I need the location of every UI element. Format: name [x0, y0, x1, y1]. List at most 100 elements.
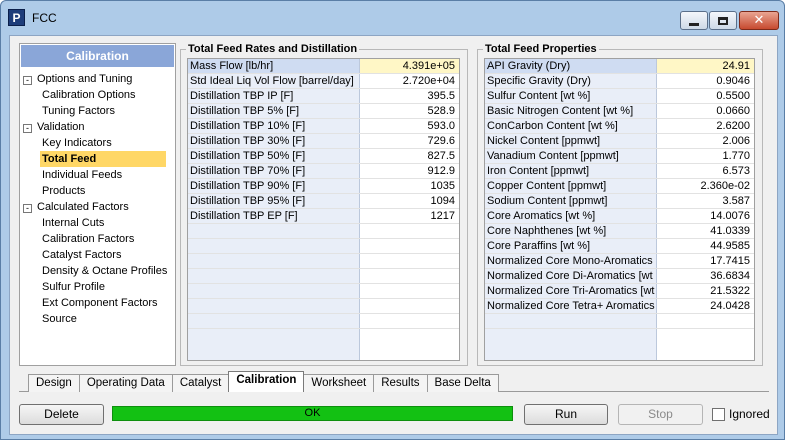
row-value[interactable]: 0.5500 — [657, 89, 754, 103]
row-value[interactable]: 2.6200 — [657, 119, 754, 133]
nav-group[interactable]: - Calculated Factors — [20, 199, 175, 215]
nav-item[interactable]: Sulfur Profile — [20, 279, 175, 295]
row-value[interactable]: 21.5322 — [657, 284, 754, 298]
table-row[interactable]: Distillation TBP EP [F] 1217 — [188, 209, 459, 224]
table-row[interactable]: Copper Content [ppmwt] 2.360e-02 — [485, 179, 754, 194]
row-value[interactable]: 827.5 — [360, 149, 459, 163]
row-value[interactable]: 593.0 — [360, 119, 459, 133]
row-value[interactable]: 395.5 — [360, 89, 459, 103]
maximize-button[interactable] — [709, 11, 737, 30]
table-row[interactable]: ConCarbon Content [wt %] 2.6200 — [485, 119, 754, 134]
row-value[interactable]: 24.91 — [657, 59, 754, 73]
row-value[interactable]: 14.0076 — [657, 209, 754, 223]
row-label: Distillation TBP 5% [F] — [188, 104, 360, 118]
table-row[interactable]: Sulfur Content [wt %] 0.5500 — [485, 89, 754, 104]
row-value[interactable]: 44.9585 — [657, 239, 754, 253]
tab-design[interactable]: Design — [28, 374, 80, 392]
tab-worksheet[interactable]: Worksheet — [303, 374, 375, 392]
table-row[interactable]: Sodium Content [ppmwt] 3.587 — [485, 194, 754, 209]
close-button[interactable]: ✕ — [739, 11, 779, 30]
row-value[interactable]: 2.720e+04 — [360, 74, 459, 88]
nav-item[interactable]: Tuning Factors — [20, 103, 175, 119]
row-value[interactable]: 1.770 — [657, 149, 754, 163]
nav-item[interactable]: Density & Octane Profiles — [20, 263, 175, 279]
stop-button[interactable]: Stop — [618, 404, 703, 425]
row-value[interactable]: 36.6834 — [657, 269, 754, 283]
tab-operating-data[interactable]: Operating Data — [78, 374, 173, 392]
filler-label-col — [485, 329, 657, 360]
table-row[interactable]: Mass Flow [lb/hr] 4.391e+05 — [188, 59, 459, 74]
tab-calibration[interactable]: Calibration — [228, 371, 305, 392]
row-value-empty — [360, 269, 459, 283]
title-bar[interactable]: P FCC ✕ — [1, 1, 784, 35]
table-row[interactable]: Core Naphthenes [wt %] 41.0339 — [485, 224, 754, 239]
table-row[interactable]: Core Aromatics [wt %] 14.0076 — [485, 209, 754, 224]
table-row[interactable]: Std Ideal Liq Vol Flow [barrel/day] 2.720… — [188, 74, 459, 89]
table-row[interactable]: Distillation TBP 30% [F] 729.6 — [188, 134, 459, 149]
tab-base-delta[interactable]: Base Delta — [426, 374, 499, 392]
nav-item[interactable]: Key Indicators — [20, 135, 175, 151]
collapse-toggle-icon[interactable]: - — [23, 124, 32, 133]
table-row[interactable]: Distillation TBP 90% [F] 1035 — [188, 179, 459, 194]
row-value[interactable]: 3.587 — [657, 194, 754, 208]
nav-group[interactable]: - Validation — [20, 119, 175, 135]
ignored-checkbox[interactable] — [712, 407, 725, 421]
row-value[interactable]: 0.0660 — [657, 104, 754, 118]
row-value[interactable]: 17.7415 — [657, 254, 754, 268]
row-value[interactable]: 912.9 — [360, 164, 459, 178]
nav-item[interactable]: Source — [20, 311, 175, 327]
nav-item[interactable]: Internal Cuts — [20, 215, 175, 231]
table-row[interactable]: Distillation TBP 10% [F] 593.0 — [188, 119, 459, 134]
row-value[interactable]: 729.6 — [360, 134, 459, 148]
nav-item[interactable]: Calibration Options — [20, 87, 175, 103]
nav-item[interactable]: Products — [20, 183, 175, 199]
table-row[interactable]: Nickel Content [ppmwt] 2.006 — [485, 134, 754, 149]
nav-item[interactable]: Catalyst Factors — [20, 247, 175, 263]
ignored-checkbox-row[interactable]: Ignored — [712, 407, 770, 421]
nav-item-label: Total Feed — [40, 151, 167, 167]
table-row[interactable]: Normalized Core Di-Aromatics [wt 36.6834 — [485, 269, 754, 284]
collapse-toggle-icon[interactable]: - — [23, 204, 32, 213]
row-value[interactable]: 6.573 — [657, 164, 754, 178]
table-row[interactable]: Distillation TBP 50% [F] 827.5 — [188, 149, 459, 164]
filler-label-col — [188, 329, 360, 360]
row-label: Nickel Content [ppmwt] — [485, 134, 657, 148]
table-row[interactable]: Normalized Core Mono-Aromatics 17.7415 — [485, 254, 754, 269]
nav-group[interactable]: - Options and Tuning — [20, 71, 175, 87]
tab-catalyst[interactable]: Catalyst — [171, 374, 230, 392]
nav-item[interactable]: Ext Component Factors — [20, 295, 175, 311]
row-value[interactable]: 4.391e+05 — [360, 59, 459, 73]
run-button[interactable]: Run — [524, 404, 608, 425]
nav-item[interactable]: Total Feed — [20, 151, 175, 167]
row-value[interactable]: 2.360e-02 — [657, 179, 754, 193]
table-row[interactable]: Distillation TBP 95% [F] 1094 — [188, 194, 459, 209]
nav-item[interactable]: Calibration Factors — [20, 231, 175, 247]
delete-button[interactable]: Delete — [19, 404, 104, 425]
row-value[interactable]: 1035 — [360, 179, 459, 193]
row-value[interactable]: 528.9 — [360, 104, 459, 118]
nav-item[interactable]: Individual Feeds — [20, 167, 175, 183]
row-value[interactable]: 2.006 — [657, 134, 754, 148]
table-row[interactable]: API Gravity (Dry) 24.91 — [485, 59, 754, 74]
row-value[interactable]: 1217 — [360, 209, 459, 223]
nav-item-label: Internal Cuts — [42, 217, 105, 229]
minimize-button[interactable] — [680, 11, 708, 30]
table-row[interactable]: Distillation TBP 5% [F] 528.9 — [188, 104, 459, 119]
table-row[interactable]: Normalized Core Tetra+ Aromatics 24.0428 — [485, 299, 754, 314]
table-row[interactable]: Basic Nitrogen Content [wt %] 0.0660 — [485, 104, 754, 119]
row-value[interactable]: 1094 — [360, 194, 459, 208]
table-row[interactable]: Specific Gravity (Dry) 0.9046 — [485, 74, 754, 89]
table-row[interactable]: Core Paraffins [wt %] 44.9585 — [485, 239, 754, 254]
row-value[interactable]: 41.0339 — [657, 224, 754, 238]
collapse-toggle-icon[interactable]: - — [23, 76, 32, 85]
table-row[interactable]: Distillation TBP 70% [F] 912.9 — [188, 164, 459, 179]
tab-results[interactable]: Results — [373, 374, 428, 392]
nav-list: - Options and Tuning Calibration Options Tu… — [20, 71, 175, 327]
table-row[interactable]: Distillation TBP IP [F] 395.5 — [188, 89, 459, 104]
table-row[interactable]: Normalized Core Tri-Aromatics [wt 21.5322 — [485, 284, 754, 299]
table-row[interactable]: Iron Content [ppmwt] 6.573 — [485, 164, 754, 179]
table-row-empty — [188, 284, 459, 299]
table-row[interactable]: Vanadium Content [ppmwt] 1.770 — [485, 149, 754, 164]
row-value[interactable]: 24.0428 — [657, 299, 754, 313]
row-value[interactable]: 0.9046 — [657, 74, 754, 88]
